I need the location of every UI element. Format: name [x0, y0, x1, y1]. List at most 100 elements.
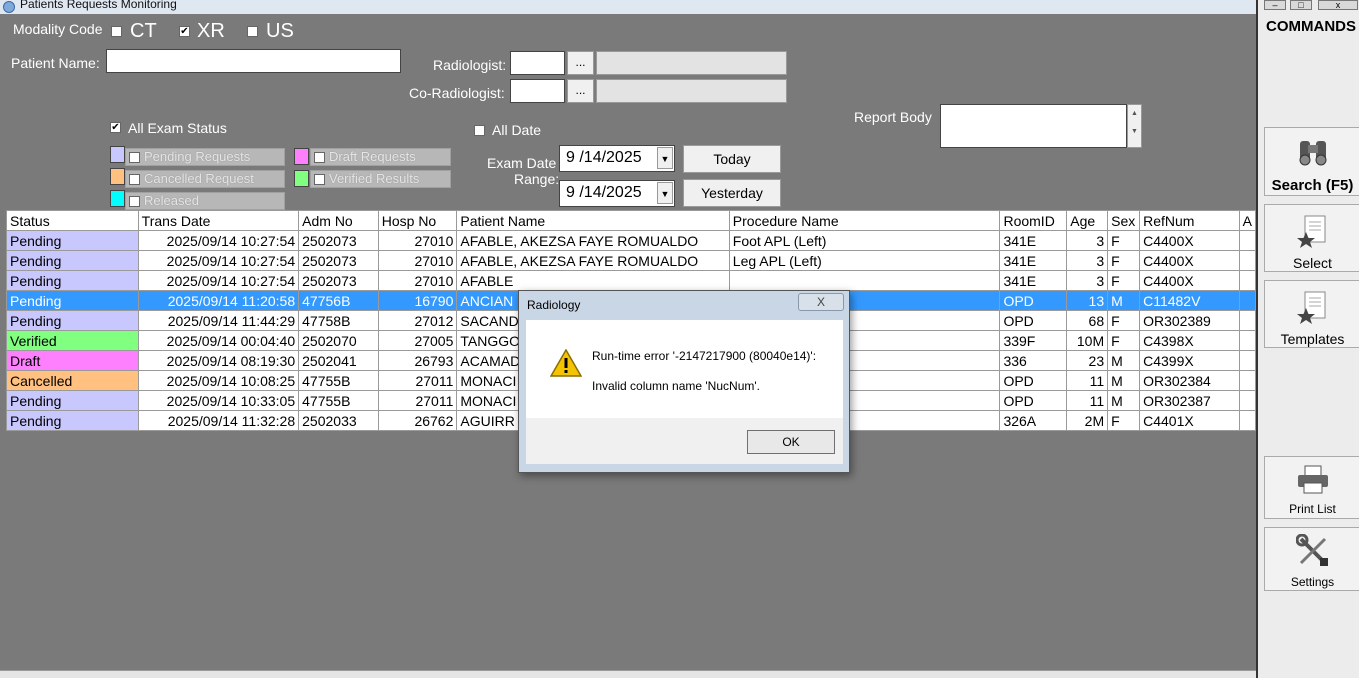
released-filter[interactable]: Released	[125, 192, 285, 210]
draft-requests-filter[interactable]: Draft Requests	[310, 148, 451, 166]
modality-xr-checkbox[interactable]: ✔	[179, 26, 190, 37]
hosp-no-cell[interactable]: 27010	[377, 250, 458, 271]
verified-results-filter[interactable]: Verified Results	[310, 170, 451, 188]
trans-date-cell[interactable]: 2025/09/14 11:32:28	[137, 410, 300, 431]
date-from-dropdown-icon[interactable]: ▼	[657, 147, 673, 169]
adm-no-cell[interactable]: 2502033	[298, 410, 379, 431]
co-radiologist-code-input[interactable]	[510, 79, 565, 103]
table-row[interactable]: Pending 2025/09/14 10:27:54 2502073 27010 AF…	[6, 230, 1256, 251]
adm-no-cell[interactable]: 47756B	[298, 290, 379, 311]
table-row[interactable]: Pending 2025/09/14 10:27:54 2502073 27010 AF…	[6, 270, 1256, 291]
hosp-no-cell[interactable]: 26793	[377, 350, 458, 371]
search-button[interactable]: Search (F5)	[1264, 127, 1359, 196]
column-header-room-id[interactable]: RoomID	[999, 210, 1068, 231]
today-button[interactable]: Today	[683, 145, 781, 173]
patient-name-cell[interactable]: AFABLE, AKEZSA FAYE ROMUALDO	[456, 250, 730, 271]
extra-cell[interactable]	[1238, 250, 1256, 271]
modality-us-checkbox[interactable]	[247, 26, 258, 37]
date-from-picker[interactable]: 9 /14/2025 ▼	[559, 145, 675, 172]
released-checkbox[interactable]	[129, 196, 140, 207]
extra-cell[interactable]	[1238, 370, 1256, 391]
column-header-trans-date[interactable]: Trans Date	[137, 210, 300, 231]
room-id-cell[interactable]: 339F	[999, 330, 1068, 351]
column-header-status[interactable]: Status	[6, 210, 139, 231]
select-button[interactable]: Select	[1264, 204, 1359, 272]
modality-ct-checkbox[interactable]	[111, 26, 122, 37]
age-cell[interactable]: 13	[1066, 290, 1109, 311]
trans-date-cell[interactable]: 2025/09/14 11:44:29	[137, 310, 300, 331]
trans-date-cell[interactable]: 2025/09/14 10:08:25	[137, 370, 300, 391]
column-header-procedure-name[interactable]: Procedure Name	[728, 210, 1001, 231]
dialog-close-button[interactable]: X	[798, 293, 844, 311]
draft-requests-checkbox[interactable]	[314, 152, 325, 163]
maximize-icon[interactable]: □	[1290, 0, 1312, 10]
status-cell[interactable]: Cancelled	[6, 370, 139, 391]
sex-cell[interactable]: F	[1107, 410, 1141, 431]
age-cell[interactable]: 10M	[1066, 330, 1109, 351]
age-cell[interactable]: 11	[1066, 390, 1109, 411]
status-cell[interactable]: Pending	[6, 410, 139, 431]
adm-no-cell[interactable]: 2502070	[298, 330, 379, 351]
sex-cell[interactable]: F	[1107, 270, 1141, 291]
patient-name-cell[interactable]: AFABLE, AKEZSA FAYE ROMUALDO	[456, 230, 730, 251]
sex-cell[interactable]: M	[1107, 290, 1141, 311]
radiologist-browse-button[interactable]: ...	[567, 51, 594, 75]
refnum-cell[interactable]: C4400X	[1139, 230, 1240, 251]
hosp-no-cell[interactable]: 27011	[377, 390, 458, 411]
trans-date-cell[interactable]: 2025/09/14 10:27:54	[137, 250, 300, 271]
sex-cell[interactable]: F	[1107, 310, 1141, 331]
extra-cell[interactable]	[1238, 270, 1256, 291]
column-header-hosp-no[interactable]: Hosp No	[377, 210, 458, 231]
room-id-cell[interactable]: OPD	[999, 310, 1068, 331]
report-body-scrollbar[interactable]: ▲ ▼	[1127, 104, 1142, 148]
age-cell[interactable]: 68	[1066, 310, 1109, 331]
refnum-cell[interactable]: C4400X	[1139, 250, 1240, 271]
refnum-cell[interactable]: C4398X	[1139, 330, 1240, 351]
refnum-cell[interactable]: C11482V	[1139, 290, 1240, 311]
patient-name-cell[interactable]: AFABLE	[456, 270, 730, 291]
date-to-picker[interactable]: 9 /14/2025 ▼	[559, 180, 675, 207]
extra-cell[interactable]	[1238, 230, 1256, 251]
extra-cell[interactable]	[1238, 390, 1256, 411]
status-cell[interactable]: Pending	[6, 230, 139, 251]
hosp-no-cell[interactable]: 27012	[377, 310, 458, 331]
co-radiologist-browse-button[interactable]: ...	[567, 79, 594, 103]
status-cell[interactable]: Pending	[6, 250, 139, 271]
hosp-no-cell[interactable]: 27010	[377, 230, 458, 251]
report-body-input[interactable]	[940, 104, 1127, 148]
radiologist-code-input[interactable]	[510, 51, 565, 75]
procedure-name-cell[interactable]	[728, 270, 1001, 291]
status-cell[interactable]: Draft	[6, 350, 139, 371]
adm-no-cell[interactable]: 2502073	[298, 250, 379, 271]
hosp-no-cell[interactable]: 16790	[377, 290, 458, 311]
room-id-cell[interactable]: OPD	[999, 370, 1068, 391]
trans-date-cell[interactable]: 2025/09/14 00:04:40	[137, 330, 300, 351]
sex-cell[interactable]: M	[1107, 350, 1141, 371]
adm-no-cell[interactable]: 47755B	[298, 390, 379, 411]
hosp-no-cell[interactable]: 27010	[377, 270, 458, 291]
room-id-cell[interactable]: 326A	[999, 410, 1068, 431]
status-cell[interactable]: Pending	[6, 270, 139, 291]
all-date-checkbox[interactable]	[474, 125, 485, 136]
column-header-sex[interactable]: Sex	[1107, 210, 1141, 231]
minimize-icon[interactable]: –	[1264, 0, 1286, 10]
room-id-cell[interactable]: OPD	[999, 290, 1068, 311]
refnum-cell[interactable]: C4400X	[1139, 270, 1240, 291]
yesterday-button[interactable]: Yesterday	[683, 179, 781, 207]
column-header-extra[interactable]: A	[1238, 210, 1256, 231]
room-id-cell[interactable]: 336	[999, 350, 1068, 371]
status-cell[interactable]: Pending	[6, 310, 139, 331]
horizontal-scrollbar[interactable]	[0, 670, 1256, 678]
cancelled-request-checkbox[interactable]	[129, 174, 140, 185]
adm-no-cell[interactable]: 2502073	[298, 230, 379, 251]
adm-no-cell[interactable]: 47755B	[298, 370, 379, 391]
refnum-cell[interactable]: OR302389	[1139, 310, 1240, 331]
extra-cell[interactable]	[1238, 290, 1256, 311]
patient-name-input[interactable]	[106, 49, 401, 73]
procedure-name-cell[interactable]: Foot APL (Left)	[728, 230, 1001, 251]
settings-button[interactable]: Settings	[1264, 527, 1359, 591]
room-id-cell[interactable]: 341E	[999, 250, 1068, 271]
extra-cell[interactable]	[1238, 350, 1256, 371]
sex-cell[interactable]: F	[1107, 250, 1141, 271]
all-exam-status-checkbox[interactable]: ✔	[110, 122, 121, 133]
